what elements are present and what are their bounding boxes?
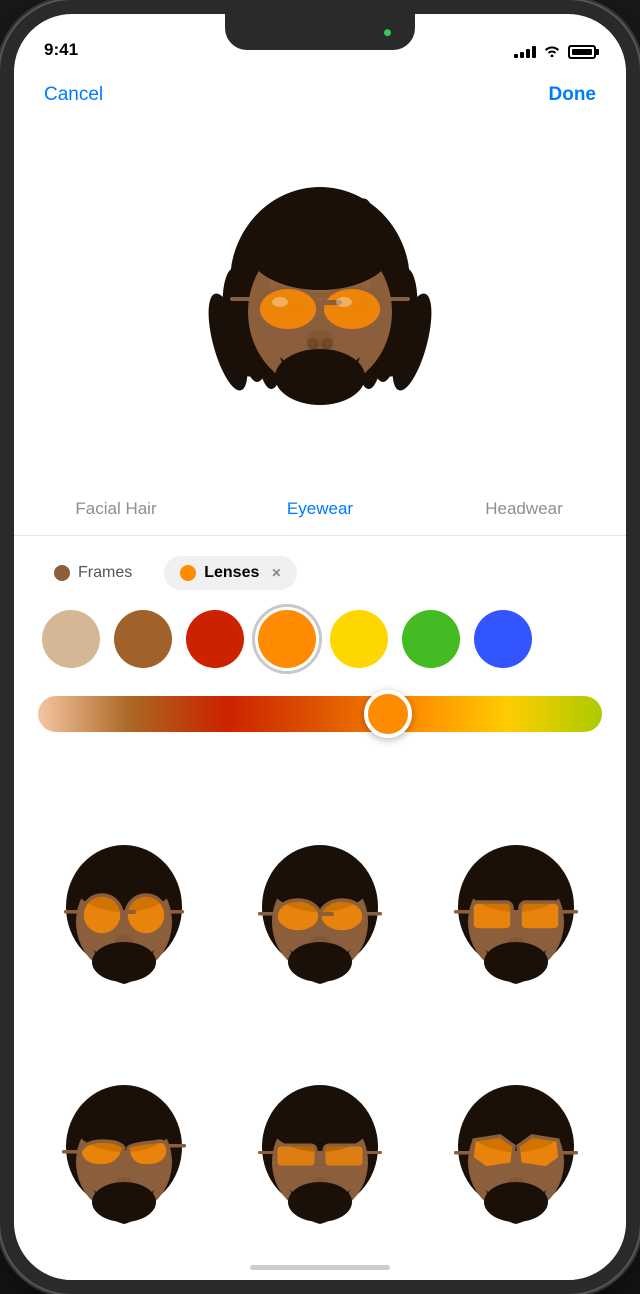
eyewear-option-6[interactable] <box>426 1040 606 1264</box>
done-button[interactable]: Done <box>549 84 597 106</box>
eyewear-option-1[interactable] <box>34 800 214 1024</box>
color-slider[interactable] <box>38 690 602 738</box>
signal-bar-1 <box>514 54 518 58</box>
color-swatches <box>38 610 602 668</box>
frames-chip[interactable]: Frames <box>38 556 148 590</box>
color-slider-thumb[interactable] <box>364 690 412 738</box>
swatch-blue[interactable] <box>474 610 532 668</box>
eyewear-option-5[interactable] <box>230 1040 410 1264</box>
eyewear-option-3[interactable] <box>426 800 606 1024</box>
status-icons <box>514 43 596 60</box>
swatch-tan[interactable] <box>42 610 100 668</box>
lenses-chip[interactable]: Lenses ✕ <box>164 556 297 590</box>
tab-eyewear[interactable]: Eyewear <box>218 499 422 519</box>
filter-chips: Frames Lenses ✕ <box>38 556 602 590</box>
category-tabs: Facial Hair Eyewear Headwear <box>14 482 626 536</box>
swatch-brown[interactable] <box>114 610 172 668</box>
tab-headwear[interactable]: Headwear <box>422 499 626 519</box>
eyewear-option-2[interactable] <box>230 800 410 1024</box>
frames-chip-dot <box>54 565 70 581</box>
camera-dot <box>384 29 391 36</box>
home-indicator <box>250 1265 390 1270</box>
screen: 9:41 Cancel Done <box>14 14 626 1280</box>
signal-bar-3 <box>526 49 530 58</box>
battery-fill <box>572 49 592 55</box>
swatch-orange[interactable] <box>258 610 316 668</box>
notch <box>225 14 415 50</box>
color-slider-track <box>38 696 602 732</box>
signal-bar-4 <box>532 46 536 58</box>
swatch-yellow[interactable] <box>330 610 388 668</box>
nav-bar: Cancel Done <box>14 68 626 122</box>
color-picker-area: Frames Lenses ✕ <box>14 536 626 766</box>
memoji-avatar <box>200 182 440 422</box>
eyewear-grid <box>14 784 626 1280</box>
lenses-chip-dot <box>180 565 196 581</box>
signal-bar-2 <box>520 52 524 58</box>
phone-shell: 9:41 Cancel Done <box>0 0 640 1294</box>
tab-facial-hair[interactable]: Facial Hair <box>14 499 218 519</box>
swatch-green[interactable] <box>402 610 460 668</box>
eyewear-option-4[interactable] <box>34 1040 214 1264</box>
swatch-red[interactable] <box>186 610 244 668</box>
status-time: 9:41 <box>44 40 78 60</box>
battery-icon <box>568 45 596 59</box>
avatar-preview <box>14 122 626 482</box>
wifi-icon <box>543 43 561 60</box>
cancel-button[interactable]: Cancel <box>44 84 103 106</box>
signal-icon <box>514 46 536 58</box>
lenses-chip-close[interactable]: ✕ <box>271 566 281 580</box>
